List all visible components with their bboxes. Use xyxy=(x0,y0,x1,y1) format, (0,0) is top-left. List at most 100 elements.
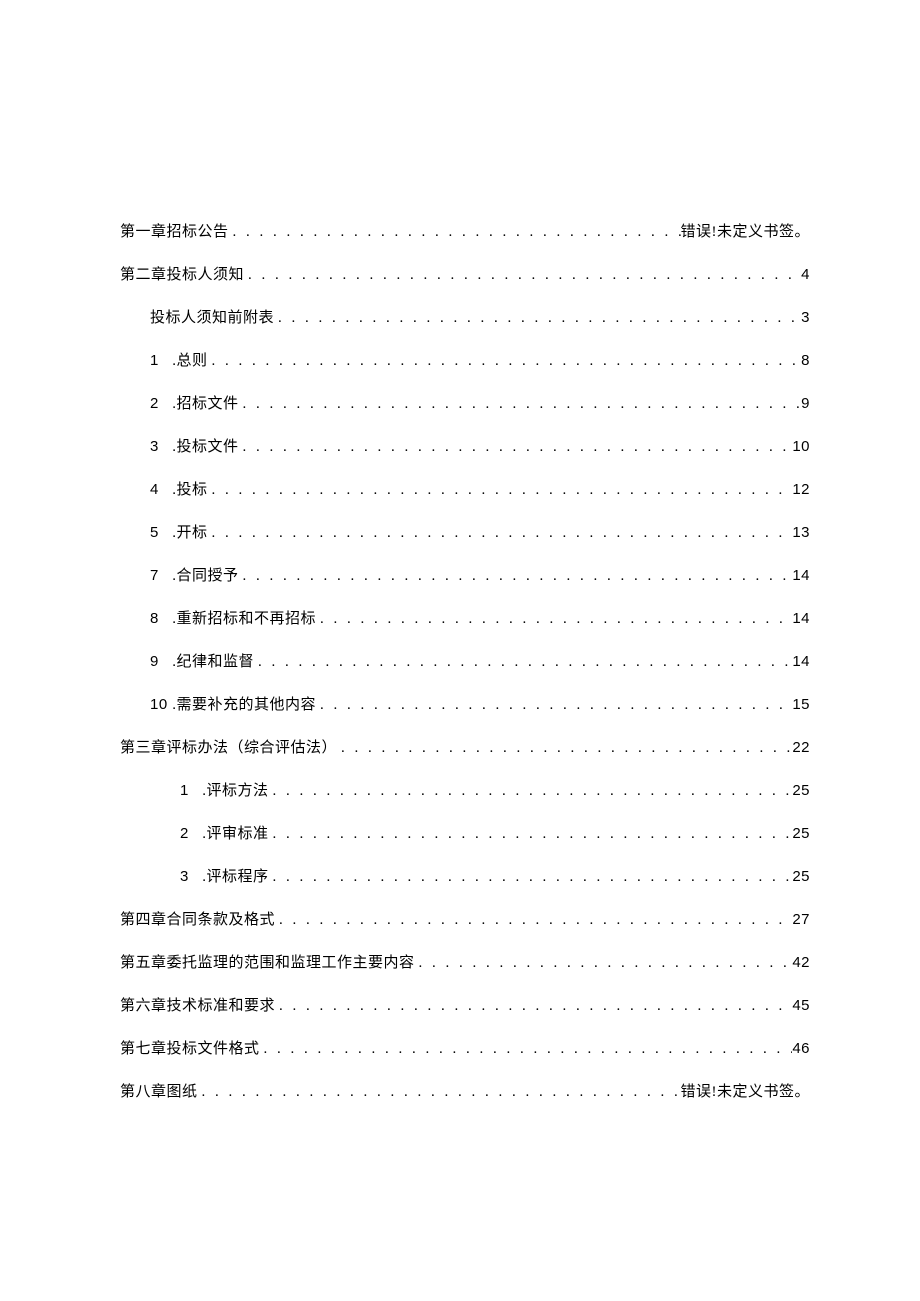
toc-leader-dots xyxy=(254,654,792,671)
toc-leader-dots xyxy=(275,998,792,1015)
toc-leader-dots xyxy=(198,1084,681,1101)
toc-entry: 第一章招标公告错误!未定义书签。 xyxy=(120,220,810,241)
toc-number: 5 xyxy=(150,524,168,541)
toc-title: 第二章投标人须知 xyxy=(120,267,244,283)
toc-page: 13 xyxy=(792,524,810,541)
toc-title: 投标人须知前附表 xyxy=(150,310,274,326)
toc-page: 45 xyxy=(792,997,810,1014)
toc-leader-dots xyxy=(239,439,793,456)
toc-title: .投标文件 xyxy=(172,439,238,455)
toc-page: 14 xyxy=(792,653,810,670)
toc-page: 27 xyxy=(792,911,810,928)
toc-label: 第一章招标公告 xyxy=(120,220,229,241)
toc-title: .重新招标和不再招标 xyxy=(172,611,316,627)
toc-label: 第五章委托监理的范围和监理工作主要内容 xyxy=(120,951,415,972)
toc-leader-dots xyxy=(229,224,681,241)
toc-leader-dots xyxy=(337,740,792,757)
toc-entry: 第五章委托监理的范围和监理工作主要内容 42 xyxy=(120,951,810,972)
toc-page: 12 xyxy=(792,481,810,498)
toc-label: 5 .开标 xyxy=(150,521,208,542)
toc-entry: 10 .需要补充的其他内容 15 xyxy=(120,693,810,714)
toc-leader-dots xyxy=(244,267,801,284)
toc-title: .评审标准 xyxy=(202,826,268,842)
toc-label: 3 .投标文件 xyxy=(150,435,239,456)
toc-entry: 2 .评审标准 25 xyxy=(120,822,810,843)
toc-page: 22 xyxy=(792,739,810,756)
toc-leader-dots xyxy=(415,955,793,972)
toc-page: 8 xyxy=(801,352,810,369)
toc-label: 7 .合同授予 xyxy=(150,564,239,585)
toc-leader-dots xyxy=(239,396,802,413)
toc-leader-dots xyxy=(208,525,793,542)
toc-entry: 1 .总则 8 xyxy=(120,349,810,370)
toc-title: 第六章技术标准和要求 xyxy=(120,998,275,1014)
toc-page: 14 xyxy=(792,610,810,627)
toc-number: 2 xyxy=(180,825,198,842)
toc-title: .需要补充的其他内容 xyxy=(172,697,316,713)
toc-entry: 2 .招标文件 9 xyxy=(120,392,810,413)
toc-title: .总则 xyxy=(172,353,207,369)
toc-number: 7 xyxy=(150,567,168,584)
toc-label: 第八章图纸 xyxy=(120,1080,198,1101)
toc-label: 投标人须知前附表 xyxy=(150,306,274,327)
toc-title: .纪律和监督 xyxy=(172,654,254,670)
toc-entry: 第三章评标办法（综合评估法） 22 xyxy=(120,736,810,757)
toc-entry: 3 .投标文件10 xyxy=(120,435,810,456)
toc-page: 25 xyxy=(792,825,810,842)
toc-label: 第六章技术标准和要求 xyxy=(120,994,275,1015)
toc-number: 2 xyxy=(150,395,168,412)
toc-label: 4 .投标 xyxy=(150,478,208,499)
toc-label: 第三章评标办法（综合评估法） xyxy=(120,736,337,757)
toc-entry: 第六章技术标准和要求 45 xyxy=(120,994,810,1015)
toc-entry: 5 .开标 13 xyxy=(120,521,810,542)
toc-leader-dots xyxy=(316,611,792,628)
toc-label: 2 .评审标准 xyxy=(180,822,269,843)
toc-entry: 第四章合同条款及格式 27 xyxy=(120,908,810,929)
toc-title: 第八章图纸 xyxy=(120,1084,198,1100)
toc-title: .评标程序 xyxy=(202,869,268,885)
toc-entry: 8 .重新招标和不再招标14 xyxy=(120,607,810,628)
toc-entry: 4 .投标 12 xyxy=(120,478,810,499)
toc-leader-dots xyxy=(269,869,793,886)
toc-entry: 7 .合同授予 14 xyxy=(120,564,810,585)
toc-number: 1 xyxy=(150,352,168,369)
toc-label: 2 .招标文件 xyxy=(150,392,239,413)
toc-number: 1 xyxy=(180,782,198,799)
toc-leader-dots xyxy=(208,353,802,370)
toc-leader-dots xyxy=(260,1041,793,1058)
toc-leader-dots xyxy=(208,482,793,499)
toc-entry: 投标人须知前附表 3 xyxy=(120,306,810,327)
toc-entry: 1 .评标方法25 xyxy=(120,779,810,800)
toc-leader-dots xyxy=(269,826,793,843)
toc-entry: 第二章投标人须知 4 xyxy=(120,263,810,284)
toc-leader-dots xyxy=(239,568,793,585)
toc-page: 42 xyxy=(792,954,810,971)
toc-entry: 第八章图纸 错误!未定义书签。 xyxy=(120,1080,810,1101)
toc-page: 错误!未定义书签。 xyxy=(681,1080,811,1101)
toc-label: 第七章投标文件格式 xyxy=(120,1037,260,1058)
toc-label: 1 .总则 xyxy=(150,349,208,370)
toc-title: .投标 xyxy=(172,482,207,498)
toc-label: 10 .需要补充的其他内容 xyxy=(150,693,316,714)
toc-page: 25 xyxy=(792,782,810,799)
toc-page: 4 xyxy=(801,266,810,283)
toc-page: 3 xyxy=(801,309,810,326)
toc-label: 3 .评标程序 xyxy=(180,865,269,886)
toc-leader-dots xyxy=(274,310,801,327)
toc-entry: 9 .纪律和监督14 xyxy=(120,650,810,671)
toc-page: 9 xyxy=(801,395,810,412)
table-of-contents: 第一章招标公告错误!未定义书签。第二章投标人须知4投标人须知前附表31 .总则8… xyxy=(120,220,810,1101)
toc-entry: 3 .评标程序 25 xyxy=(120,865,810,886)
toc-title: 第七章投标文件格式 xyxy=(120,1041,260,1057)
toc-leader-dots xyxy=(269,783,793,800)
toc-title: 第五章委托监理的范围和监理工作主要内容 xyxy=(120,955,415,971)
toc-title: 第三章评标办法（综合评估法） xyxy=(120,740,337,756)
toc-page: 15 xyxy=(792,696,810,713)
toc-title: 第四章合同条款及格式 xyxy=(120,912,275,928)
toc-page: 25 xyxy=(792,868,810,885)
toc-title: 第一章招标公告 xyxy=(120,224,229,240)
toc-label: 第二章投标人须知 xyxy=(120,263,244,284)
toc-page: 14 xyxy=(792,567,810,584)
toc-number: 3 xyxy=(180,868,198,885)
toc-number: 4 xyxy=(150,481,168,498)
